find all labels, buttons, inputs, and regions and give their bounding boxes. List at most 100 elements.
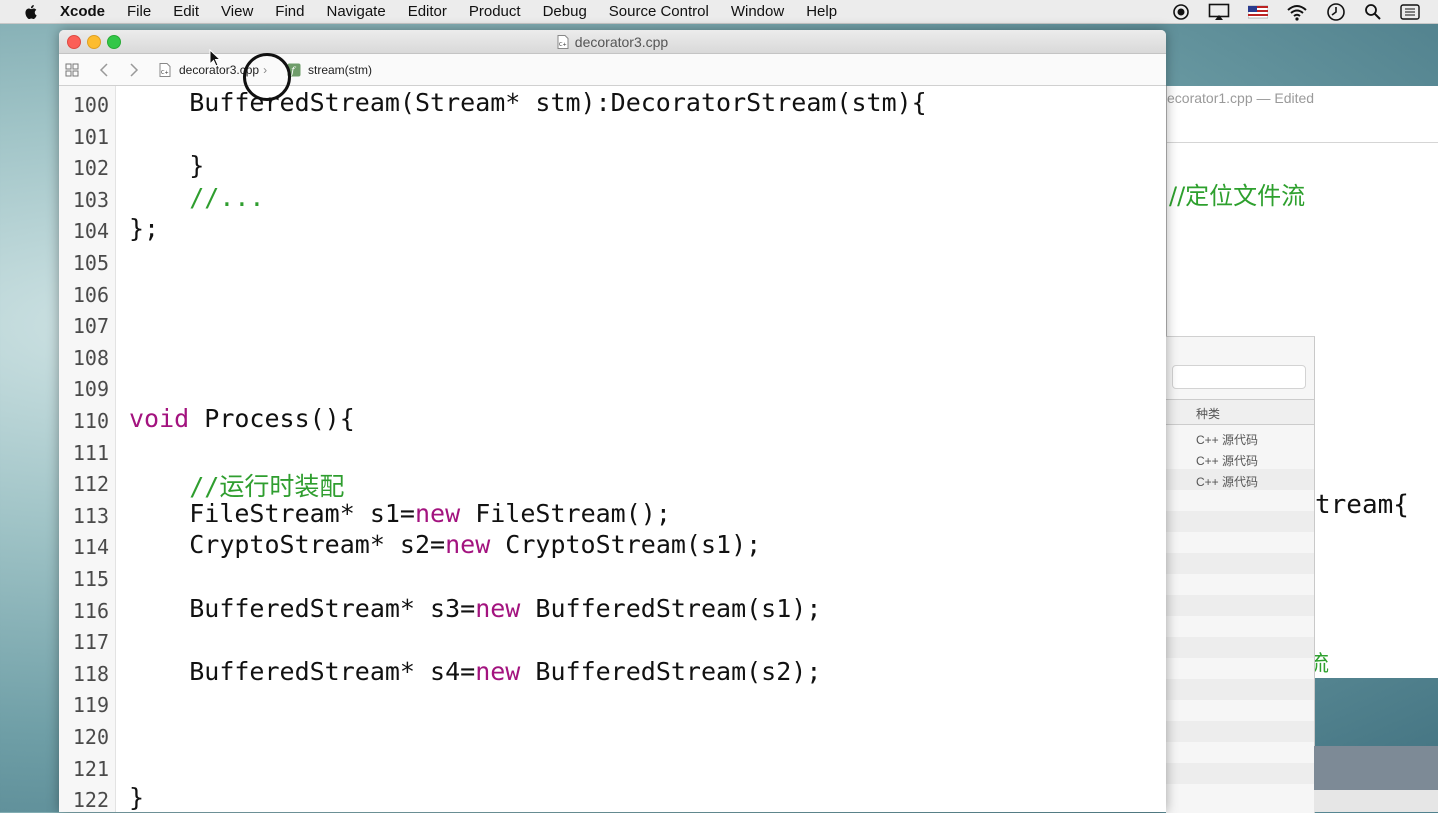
related-items-icon[interactable] (65, 54, 79, 85)
background-comment: //定位文件流 (1169, 182, 1306, 210)
menu-help[interactable]: Help (806, 3, 837, 20)
notification-center-icon[interactable] (1400, 3, 1420, 20)
menu-bar: Xcode File Edit View Find Navigate Edito… (0, 0, 1438, 24)
list-stripe (1166, 721, 1314, 742)
code-text: CryptoStream* s2= (189, 530, 446, 560)
cpp-file-icon: C+ (557, 35, 569, 49)
code-line[interactable]: } (129, 783, 144, 812)
line-number: 102 (72, 156, 109, 181)
line-number: 109 (72, 377, 109, 402)
wifi-icon[interactable] (1286, 3, 1308, 21)
code-text: BufferedStream* s4= (189, 656, 476, 686)
scroll-bar-area (1314, 790, 1438, 812)
menu-editor[interactable]: Editor (408, 3, 447, 20)
line-number: 118 (72, 661, 109, 686)
spotlight-icon[interactable] (1364, 3, 1382, 21)
list-item[interactable]: C++ 源代码 (1166, 469, 1314, 490)
line-number: 103 (72, 187, 109, 212)
flag-icon[interactable] (1248, 4, 1268, 20)
menu-source-control[interactable]: Source Control (609, 3, 709, 20)
code-keyword: void (129, 404, 190, 433)
file-type-panel: 种类 C++ 源代码 C++ 源代码 C++ 源代码 (1166, 336, 1315, 813)
column-header-label: 种类 (1196, 407, 1221, 421)
menu-edit[interactable]: Edit (173, 3, 199, 20)
app-menu-xcode[interactable]: Xcode (60, 3, 105, 20)
menu-product[interactable]: Product (469, 3, 521, 20)
menu-file[interactable]: File (127, 3, 151, 20)
line-number: 105 (72, 251, 109, 275)
column-header-kind[interactable]: 种类 (1166, 399, 1314, 425)
list-stripe (1166, 553, 1314, 574)
line-number: 100 (72, 93, 109, 117)
status-area (1172, 0, 1438, 23)
code-text: FileStream* s1= (189, 498, 415, 528)
record-icon[interactable] (1172, 3, 1190, 21)
airplay-icon[interactable] (1208, 3, 1230, 21)
svg-text:C+: C+ (161, 70, 169, 76)
code-line[interactable]: BufferedStream* s4=new BufferedStream(s2… (129, 657, 821, 686)
background-window-title: ecorator1.cpp — Edited (1167, 90, 1315, 106)
back-button[interactable] (99, 54, 109, 85)
code-keyword: new (415, 498, 461, 528)
apple-icon[interactable] (22, 3, 40, 21)
code-line[interactable]: FileStream* s1=new FileStream(); (129, 499, 671, 528)
code-text: BufferedStream(s2); (520, 656, 822, 686)
list-stripe (1166, 595, 1314, 616)
jump-bar: C+ decorator3.cpp › f stream(stm) (59, 54, 1166, 86)
code-text: BufferedStream(Stream* stm):DecoratorStr… (189, 88, 927, 117)
code-keyword: new (475, 656, 521, 686)
title-bar[interactable]: C+ decorator3.cpp (59, 30, 1166, 54)
code-text: FileStream(); (460, 498, 671, 528)
line-number: 113 (72, 503, 109, 528)
list-item[interactable]: C++ 源代码 (1166, 427, 1314, 448)
code-line[interactable]: CryptoStream* s2=new CryptoStream(s1); (129, 530, 761, 559)
menu-navigate[interactable]: Navigate (326, 3, 385, 20)
code-text: BufferedStream* s3= (189, 593, 476, 623)
line-number: 107 (72, 314, 109, 339)
code-line[interactable]: } (129, 151, 204, 180)
line-number: 121 (72, 756, 109, 781)
line-number: 108 (72, 345, 109, 370)
jump-bar-symbol[interactable]: f stream(stm) (287, 54, 372, 85)
list-item[interactable]: C++ 源代码 (1166, 448, 1314, 469)
list-stripe (1166, 763, 1314, 784)
code-text: CryptoStream(s1); (490, 530, 762, 560)
code-line[interactable]: void Process(){ (129, 404, 355, 433)
line-number: 114 (72, 535, 109, 560)
background-window-corner (1314, 746, 1438, 812)
svg-text:C+: C+ (559, 42, 567, 48)
forward-button[interactable] (129, 54, 139, 85)
click-cursor-highlight (243, 53, 291, 101)
time-machine-icon[interactable] (1326, 2, 1346, 22)
divider (1167, 142, 1438, 143)
window-title-text: decorator3.cpp (574, 34, 669, 50)
menu-window[interactable]: Window (731, 3, 784, 20)
line-number: 106 (72, 282, 109, 307)
code-comment: //... (189, 182, 265, 212)
list-item-label: C++ 源代码 (1196, 475, 1259, 489)
code-text: } (189, 151, 205, 181)
menu-view[interactable]: View (221, 3, 253, 20)
panel-search-field[interactable] (1172, 365, 1306, 389)
code-line[interactable]: //... (129, 183, 264, 212)
editor-window: C+ decorator3.cpp C+ decorator3.cpp › f s… (59, 30, 1166, 812)
menu-debug[interactable]: Debug (543, 3, 587, 20)
menu-find[interactable]: Find (275, 3, 304, 20)
mouse-pointer-icon (209, 49, 222, 67)
code-text: }; (129, 214, 160, 244)
code-line[interactable]: }; (129, 214, 159, 243)
code-keyword: new (475, 593, 521, 623)
line-number: 116 (72, 598, 109, 623)
line-number: 104 (72, 219, 109, 244)
line-number: 120 (72, 725, 109, 749)
line-number: 111 (72, 440, 109, 465)
line-number: 117 (72, 630, 109, 655)
code-line[interactable]: //运行时装配 (129, 467, 344, 503)
code-line[interactable]: BufferedStream* s3=new BufferedStream(s1… (129, 594, 821, 623)
